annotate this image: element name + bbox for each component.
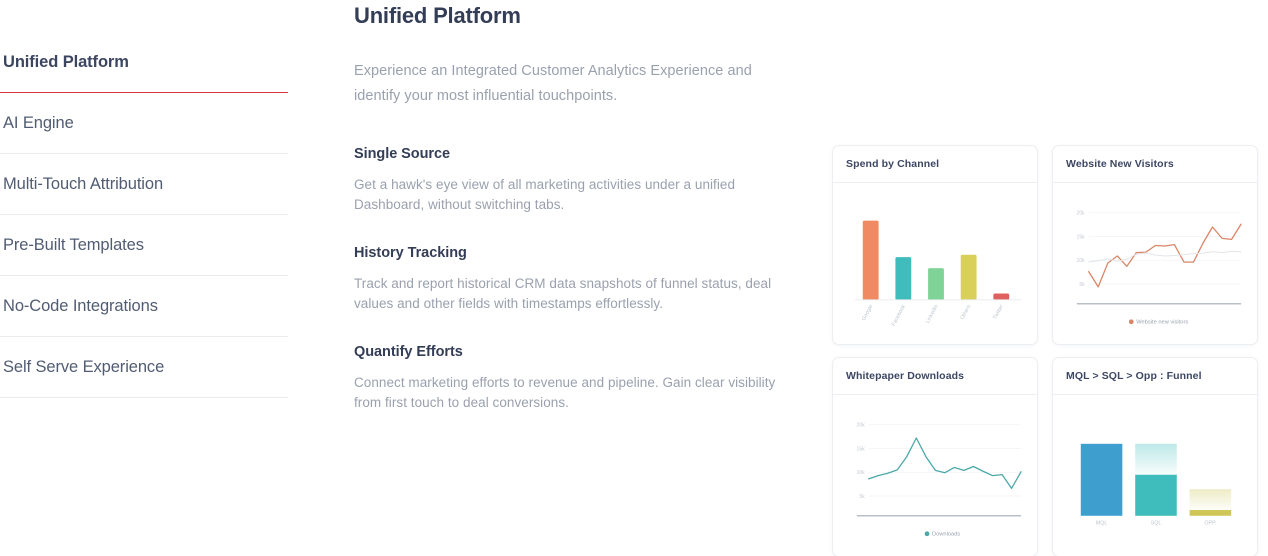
chart-legend: Website new visitors xyxy=(1128,319,1188,326)
y-tick-labels: 5k 10k 15k 20k xyxy=(856,423,865,500)
category-label: Others xyxy=(960,304,973,321)
funnel-bar-mql xyxy=(1080,443,1123,516)
line-series xyxy=(1088,223,1242,288)
card-whitepaper-downloads[interactable]: Whitepaper Downloads 5k 10k 15k 20k Downloa… xyxy=(832,357,1038,556)
category-labels: Google Facebook LinkedIn Others Twitter xyxy=(861,304,1005,328)
card-title: Whitepaper Downloads xyxy=(833,358,1037,395)
bar-series xyxy=(862,220,1010,300)
sidebar-item-unified-platform[interactable]: Unified Platform xyxy=(0,32,288,93)
category-label: Google xyxy=(861,304,874,322)
line-chart-svg: 5k 10k 15k 20k Website new visitors xyxy=(1076,211,1242,326)
sidebar-item-label: Unified Platform xyxy=(3,52,129,71)
legend-label: Downloads xyxy=(932,532,960,538)
y-tick-label: 15k xyxy=(1076,234,1085,240)
bar-chart-svg: Google Facebook LinkedIn Others Twitter xyxy=(854,220,1022,328)
bar-linkedin xyxy=(928,268,944,300)
feature-list: Single Source Get a hawk's eye view of a… xyxy=(354,146,788,413)
card-spend-by-channel[interactable]: Spend by Channel Google Facebook LinkedIn O… xyxy=(832,145,1038,345)
sidebar-item-label: Multi-Touch Attribution xyxy=(3,174,164,193)
legend-label: Website new visitors xyxy=(1136,320,1188,326)
funnel-chart-svg: MQL SQL OPP. xyxy=(1080,443,1232,527)
feature-title: History Tracking xyxy=(354,245,467,261)
category-label: MQL xyxy=(1096,521,1108,527)
legend-marker-icon xyxy=(924,531,930,537)
funnel-dropoff-sql xyxy=(1135,443,1177,475)
funnel-dropoff-opp xyxy=(1189,489,1232,511)
line-chart-svg: 5k 10k 15k 20k Downloads xyxy=(856,423,1022,538)
line-series-path xyxy=(868,437,1022,490)
page-root: Unified Platform AI Engine Multi-Touch A… xyxy=(0,0,1268,556)
card-title: MQL > SQL > Opp : Funnel xyxy=(1053,358,1257,395)
category-label: Facebook xyxy=(891,304,907,328)
page-title: Unified Platform xyxy=(354,3,521,28)
chart-legend: Downloads xyxy=(924,531,960,538)
feature-quantify-efforts: Quantify Efforts Connect marketing effor… xyxy=(354,344,788,413)
sidebar-item-label: Self Serve Experience xyxy=(3,357,165,376)
bar-google xyxy=(862,220,879,300)
gridlines xyxy=(1088,212,1242,285)
feature-description: Track and report historical CRM data sna… xyxy=(354,276,772,311)
y-tick-label: 15k xyxy=(856,446,865,452)
category-label: Twitter xyxy=(992,304,1005,321)
y-tick-label: 20k xyxy=(1076,211,1085,217)
y-tick-label: 5k xyxy=(1079,282,1085,288)
dashboard-grid: Spend by Channel Google Facebook LinkedIn O… xyxy=(832,145,1264,556)
card-mql-sql-opp-funnel[interactable]: MQL > SQL > Opp : Funnel MQL SQL OPP. xyxy=(1052,357,1258,556)
funnel-bar-sql xyxy=(1135,474,1177,516)
chart-spend-by-channel: Google Facebook LinkedIn Others Twitter xyxy=(833,183,1037,344)
feature-single-source: Single Source Get a hawk's eye view of a… xyxy=(354,146,788,215)
card-title: Website New Visitors xyxy=(1053,146,1257,183)
feature-description: Connect marketing efforts to revenue and… xyxy=(354,375,776,410)
sidebar-item-no-code-integrations[interactable]: No-Code Integrations xyxy=(0,276,288,337)
feature-description: Get a hawk's eye view of all marketing a… xyxy=(354,177,736,212)
gridlines xyxy=(868,424,1022,497)
feature-title: Single Source xyxy=(354,146,451,162)
sidebar-item-multi-touch-attribution[interactable]: Multi-Touch Attribution xyxy=(0,154,288,215)
y-tick-label: 10k xyxy=(856,470,865,476)
card-website-new-visitors[interactable]: Website New Visitors 5k 10k 15k 20k Website… xyxy=(1052,145,1258,345)
funnel-series xyxy=(1080,443,1232,516)
bar-facebook xyxy=(895,257,912,300)
chart-whitepaper-downloads: 5k 10k 15k 20k Downloads xyxy=(833,395,1037,556)
category-label: SQL xyxy=(1151,521,1162,527)
card-title: Spend by Channel xyxy=(833,146,1037,183)
sidebar-item-label: AI Engine xyxy=(3,113,74,132)
y-tick-label: 20k xyxy=(856,423,865,429)
sidebar-item-label: Pre-Built Templates xyxy=(3,235,144,254)
line-series xyxy=(868,437,1022,490)
chart-website-new-visitors: 5k 10k 15k 20k Website new visitors xyxy=(1053,183,1257,344)
sidebar-item-pre-built-templates[interactable]: Pre-Built Templates xyxy=(0,215,288,276)
category-labels: MQL SQL OPP. xyxy=(1096,521,1217,527)
category-label: OPP. xyxy=(1204,521,1216,527)
y-tick-labels: 5k 10k 15k 20k xyxy=(1076,211,1085,288)
sidebar-item-self-serve-experience[interactable]: Self Serve Experience xyxy=(0,337,288,398)
sidebar-nav: Unified Platform AI Engine Multi-Touch A… xyxy=(0,0,288,556)
y-tick-label: 5k xyxy=(859,494,865,500)
category-label: LinkedIn xyxy=(925,304,940,325)
main-content: Unified Platform Experience an Integrate… xyxy=(288,0,788,556)
legend-marker-icon xyxy=(1128,319,1134,325)
intro-paragraph: Experience an Integrated Customer Analyt… xyxy=(354,63,752,104)
sidebar-item-ai-engine[interactable]: AI Engine xyxy=(0,93,288,154)
bar-others xyxy=(960,254,977,300)
bar-twitter xyxy=(993,293,1010,300)
feature-title: Quantify Efforts xyxy=(354,344,463,360)
feature-history-tracking: History Tracking Track and report histor… xyxy=(354,245,788,314)
chart-funnel: MQL SQL OPP. xyxy=(1053,395,1257,556)
sidebar-item-label: No-Code Integrations xyxy=(3,296,158,315)
y-tick-label: 10k xyxy=(1076,258,1085,264)
funnel-bar-opp xyxy=(1189,510,1232,516)
